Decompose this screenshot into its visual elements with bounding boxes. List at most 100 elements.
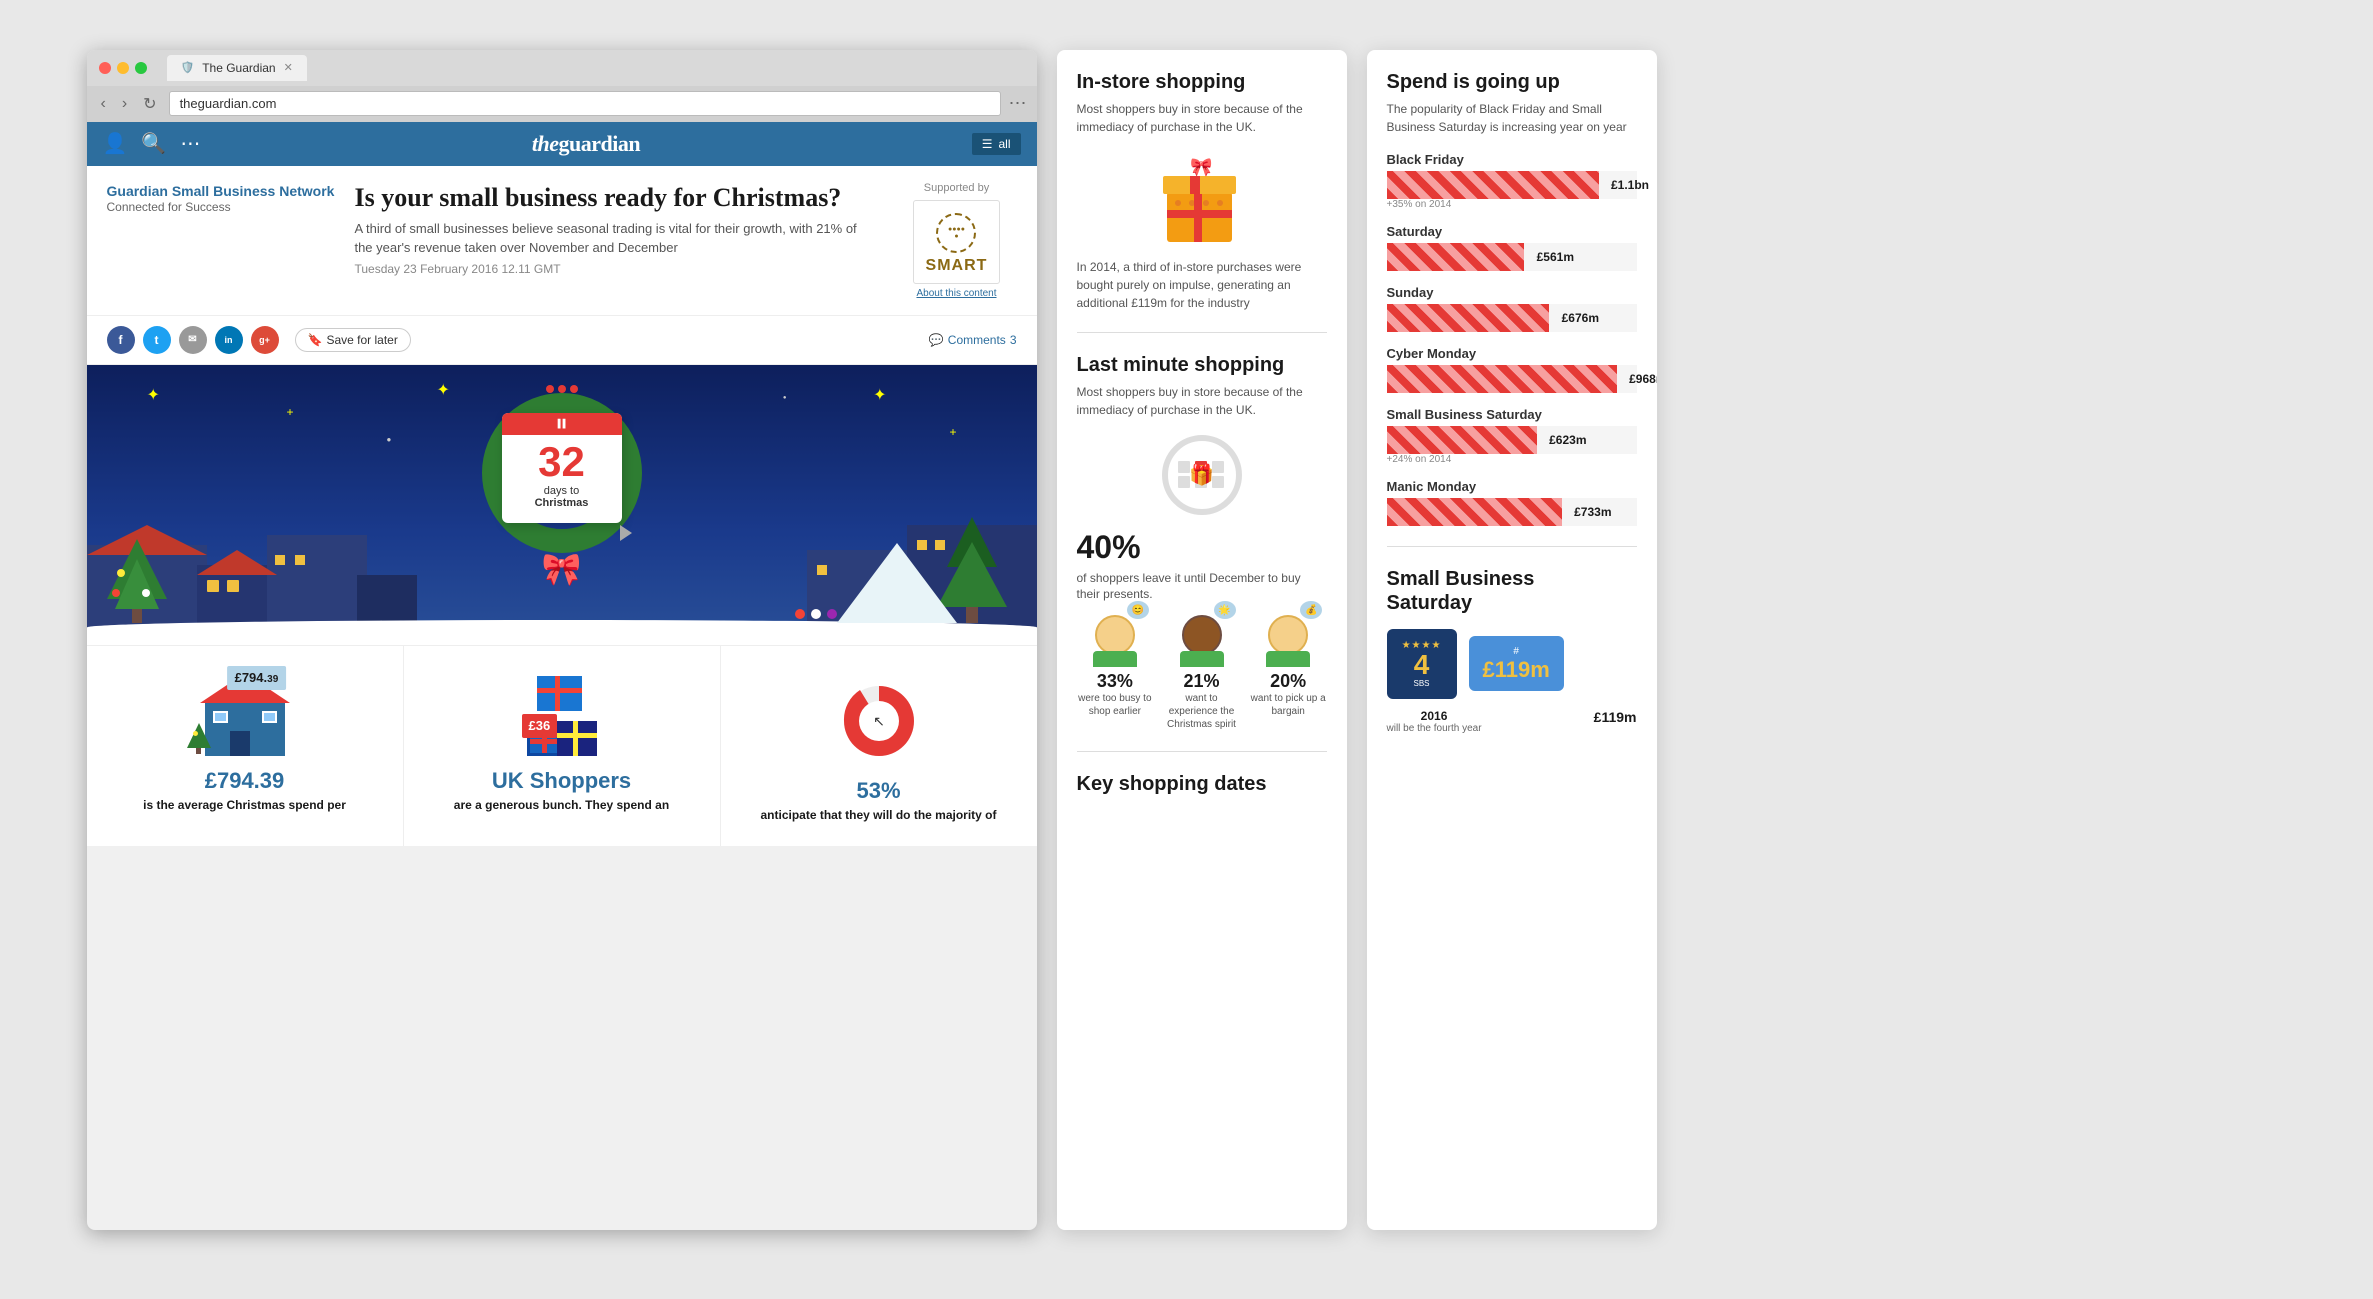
instore-stat-desc: In 2014, a third of in-store purchases w… bbox=[1077, 258, 1327, 312]
wreath-berries-top bbox=[546, 385, 578, 393]
sbs-money-hash: # bbox=[1483, 646, 1550, 657]
person-1: 😊 33% were too busy to shop earlier bbox=[1077, 615, 1154, 731]
calendar-arrow bbox=[620, 525, 632, 541]
googleplus-share-button[interactable]: g+ bbox=[251, 326, 279, 354]
body-3 bbox=[1266, 651, 1310, 667]
gift-price: £36 bbox=[529, 718, 551, 733]
face-2 bbox=[1182, 615, 1222, 655]
calendar-christmas-text: Christmas bbox=[502, 497, 622, 509]
infographic-row: £794.39 £794.39 is the average Christmas… bbox=[87, 645, 1037, 846]
card-1-label: is the average Christmas spend per bbox=[107, 798, 383, 812]
close-button[interactable] bbox=[99, 62, 111, 74]
bar-black-friday: Black Friday £1.1bn +35% on 2014 bbox=[1387, 152, 1637, 210]
gift-box-illustration: 🎀 bbox=[1157, 152, 1247, 242]
article-section: Guardian Small Business Network Connecte… bbox=[107, 182, 335, 299]
search-icon[interactable]: 🔍 bbox=[141, 131, 166, 156]
browser-window: 🛡️ The Guardian ✕ ‹ › ↻ theguardian.com … bbox=[87, 50, 1037, 1230]
ribbon-v2 bbox=[573, 721, 578, 756]
hero-image: ✦ + ✦ + ✦ + ● ● ● bbox=[87, 365, 1037, 645]
light-white bbox=[811, 609, 821, 619]
bar-fill-4: £623m bbox=[1387, 426, 1537, 454]
bar-track-4: £623m bbox=[1387, 426, 1637, 454]
calendar-header-text: ▐ ▌ bbox=[555, 419, 569, 428]
browser-toolbar: ‹ › ↻ theguardian.com ⋯ bbox=[87, 86, 1037, 122]
price-cents: 39 bbox=[267, 674, 278, 685]
right-side-panel: Spend is going up The popularity of Blac… bbox=[1367, 50, 1657, 1230]
bar-track-3: £968m bbox=[1387, 365, 1637, 393]
person-avatar-1: 😊 bbox=[1089, 615, 1141, 667]
tab-favicon: 🛡️ bbox=[181, 61, 195, 74]
logo-text: theguardian bbox=[532, 131, 640, 156]
star-9: ● bbox=[783, 395, 787, 401]
url-bar[interactable]: theguardian.com bbox=[169, 91, 1001, 116]
twitter-share-button[interactable]: t bbox=[143, 326, 171, 354]
sbs-section: Small BusinessSaturday ★★★★ 4 SBS # £119… bbox=[1387, 567, 1637, 734]
save-for-later-button[interactable]: 🔖 Save for later bbox=[295, 328, 411, 352]
ribbon-h bbox=[530, 739, 559, 744]
browser-tab[interactable]: 🛡️ The Guardian ✕ bbox=[167, 55, 307, 81]
sponsor-logo: ●●●●● SMART bbox=[913, 200, 1001, 284]
sbs-badges-row: ★★★★ 4 SBS # £119m bbox=[1387, 629, 1637, 699]
article-title: Is your small business ready for Christm… bbox=[354, 182, 876, 213]
calendar-card: ▐ ▌ 32 days to Christmas bbox=[502, 413, 622, 523]
browser-menu-icon[interactable]: ⋯ bbox=[1009, 93, 1027, 114]
reload-button[interactable]: ↻ bbox=[139, 92, 160, 116]
star-2: + bbox=[287, 405, 294, 419]
all-label: all bbox=[998, 137, 1010, 151]
sponsor-label: Supported by bbox=[897, 182, 1017, 194]
card-2-amount: UK Shoppers bbox=[424, 768, 700, 794]
all-sections-button[interactable]: ☰ all bbox=[972, 133, 1021, 155]
gift-in-clock: 🎁 bbox=[1189, 462, 1214, 487]
calendar-body: 32 days to Christmas bbox=[502, 435, 622, 509]
key-shopping-section: Key shopping dates bbox=[1077, 772, 1327, 796]
roof-2 bbox=[197, 550, 277, 575]
gifts-illustration: £36 bbox=[522, 676, 602, 756]
bar-note-0: +35% on 2014 bbox=[1387, 199, 1637, 210]
maximize-button[interactable] bbox=[135, 62, 147, 74]
sbs-money-badge: # £119m bbox=[1469, 636, 1564, 691]
ribbon-v3 bbox=[555, 676, 560, 711]
facebook-share-button[interactable]: f bbox=[107, 326, 135, 354]
person-avatar-2: 🌟 bbox=[1176, 615, 1228, 667]
sbs-number-badge: ★★★★ 4 SBS bbox=[1387, 629, 1457, 699]
sbs-2016-sub: will be the fourth year bbox=[1387, 723, 1482, 734]
bar-charts-container: Black Friday £1.1bn +35% on 2014 Saturda… bbox=[1387, 152, 1637, 526]
light-purple bbox=[827, 609, 837, 619]
gift-blue-2 bbox=[557, 721, 597, 756]
yard-tree bbox=[187, 723, 211, 754]
tab-close-icon[interactable]: ✕ bbox=[284, 61, 293, 74]
gift-main-body bbox=[1167, 192, 1232, 242]
minimize-button[interactable] bbox=[117, 62, 129, 74]
house-door bbox=[230, 731, 250, 756]
bar-track-1: £561m bbox=[1387, 243, 1637, 271]
calendar-number: 32 bbox=[502, 441, 622, 483]
sponsor-name: SMART bbox=[926, 257, 988, 275]
back-button[interactable]: ‹ bbox=[97, 93, 110, 115]
panel-divider-2 bbox=[1077, 751, 1327, 752]
about-content-link[interactable]: About this content bbox=[897, 288, 1017, 299]
guardian-navbar: 👤 🔍 ⋯ theguardian ☰ all bbox=[87, 122, 1037, 166]
sbs-year-row: 2016 will be the fourth year £119m bbox=[1387, 709, 1637, 734]
comments-label: Comments bbox=[948, 333, 1006, 347]
pie-chart-illustration: ↖ bbox=[834, 676, 924, 766]
bar-value-2: £676m bbox=[1562, 311, 1599, 325]
bar-track-0: £1.1bn bbox=[1387, 171, 1637, 199]
forward-button[interactable]: › bbox=[118, 93, 131, 115]
sbs-badge-num: 4 bbox=[1414, 651, 1430, 679]
comments-button[interactable]: 💬 Comments 3 bbox=[929, 333, 1017, 347]
instore-desc: Most shoppers buy in store because of th… bbox=[1077, 100, 1327, 136]
traffic-lights bbox=[99, 62, 147, 74]
lastminute-desc: Most shoppers buy in store because of th… bbox=[1077, 383, 1327, 419]
menu-icon[interactable]: ⋯ bbox=[180, 131, 200, 156]
profile-icon[interactable]: 👤 bbox=[103, 131, 128, 156]
bar-sunday: Sunday £676m bbox=[1387, 285, 1637, 332]
linkedin-share-button[interactable]: in bbox=[215, 326, 243, 354]
key-shopping-title: Key shopping dates bbox=[1077, 772, 1327, 796]
card-3-amount: 53% bbox=[741, 778, 1017, 804]
window-5 bbox=[817, 565, 827, 575]
clock-illustration: 🎁 bbox=[1162, 435, 1242, 515]
email-share-button[interactable]: ✉ bbox=[179, 326, 207, 354]
article-header: Guardian Small Business Network Connecte… bbox=[87, 166, 1037, 315]
tab-title: The Guardian bbox=[202, 61, 275, 75]
panel-divider-1 bbox=[1077, 332, 1327, 333]
